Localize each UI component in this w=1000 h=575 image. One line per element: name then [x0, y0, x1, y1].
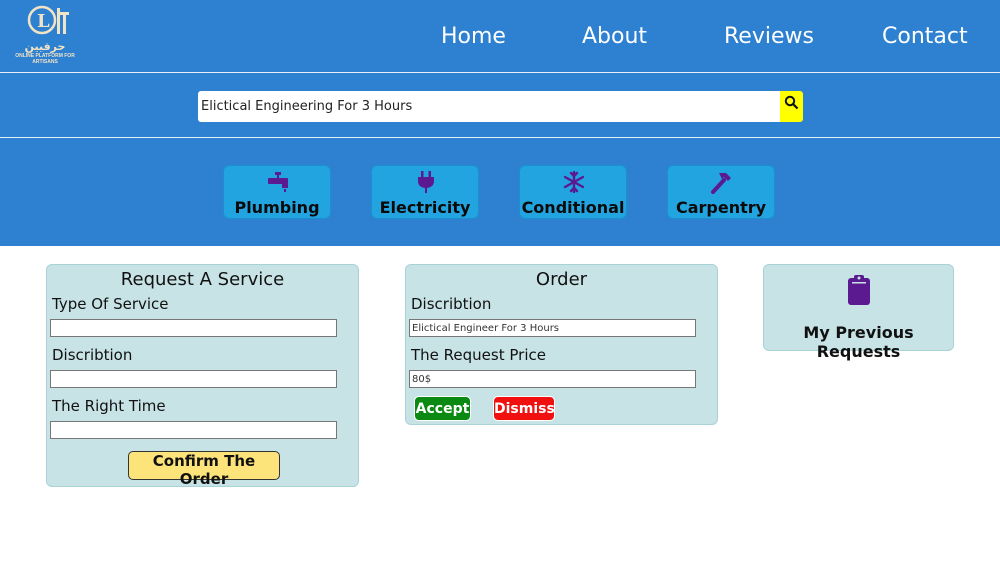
request-price-label: The Request Price — [411, 346, 546, 364]
right-time-input[interactable] — [50, 421, 337, 439]
search-bar — [0, 72, 1000, 138]
logo-icon: L — [27, 5, 69, 35]
category-carpentry[interactable]: Carpentry — [667, 165, 775, 219]
order-description-label: Discribtion — [411, 295, 492, 313]
category-bar: Plumbing Electricity Conditional Carpent… — [0, 138, 1000, 246]
order-panel: Order Discribtion The Request Price Acce… — [405, 264, 718, 425]
search-input[interactable] — [198, 91, 780, 122]
request-panel-title: Request A Service — [120, 269, 285, 290]
category-label: Electricity — [379, 198, 471, 217]
nav-home[interactable]: Home — [441, 24, 506, 49]
logo-arabic-text: حرفيين — [24, 40, 66, 53]
snowflake-icon — [563, 171, 585, 193]
order-description-input[interactable] — [409, 319, 696, 337]
order-panel-title: Order — [535, 269, 588, 290]
description-label: Discribtion — [52, 346, 133, 364]
confirm-order-button[interactable]: Confirm The Order — [128, 451, 280, 488]
nav-reviews[interactable]: Reviews — [724, 24, 814, 49]
category-label: Plumbing — [234, 198, 320, 217]
category-conditional[interactable]: Conditional — [519, 165, 627, 219]
request-service-panel: Request A Service Type Of Service Discri… — [46, 264, 359, 488]
accept-button[interactable]: Accept — [414, 396, 471, 421]
category-label: Carpentry — [675, 198, 767, 217]
type-of-service-input[interactable] — [50, 319, 337, 337]
plug-icon — [418, 171, 434, 193]
category-label: Conditional — [521, 198, 625, 217]
previous-requests-label: My Previous Requests — [803, 323, 914, 361]
search-icon — [784, 95, 799, 110]
right-time-label: The Right Time — [52, 397, 166, 415]
nav-contact[interactable]: Contact — [882, 24, 968, 49]
header: L حرفيين ONLINE PLATFORM FOR ARTISANS Ho… — [0, 0, 1000, 72]
search-button[interactable] — [780, 91, 803, 122]
nav-about[interactable]: About — [582, 24, 647, 49]
previous-requests-button[interactable]: My Previous Requests — [763, 264, 954, 361]
hammer-icon — [711, 173, 731, 194]
clipboard-icon — [848, 275, 870, 305]
category-plumbing[interactable]: Plumbing — [223, 165, 331, 219]
logo[interactable]: L حرفيين ONLINE PLATFORM FOR ARTISANS — [12, 4, 82, 66]
faucet-icon — [268, 172, 288, 192]
logo-tagline: ONLINE PLATFORM FOR ARTISANS — [15, 53, 75, 65]
request-price-input[interactable] — [409, 370, 696, 388]
svg-text:L: L — [37, 11, 50, 32]
category-electricity[interactable]: Electricity — [371, 165, 479, 219]
description-input[interactable] — [50, 370, 337, 388]
dismiss-button[interactable]: Dismiss — [493, 396, 555, 421]
type-of-service-label: Type Of Service — [52, 295, 169, 313]
